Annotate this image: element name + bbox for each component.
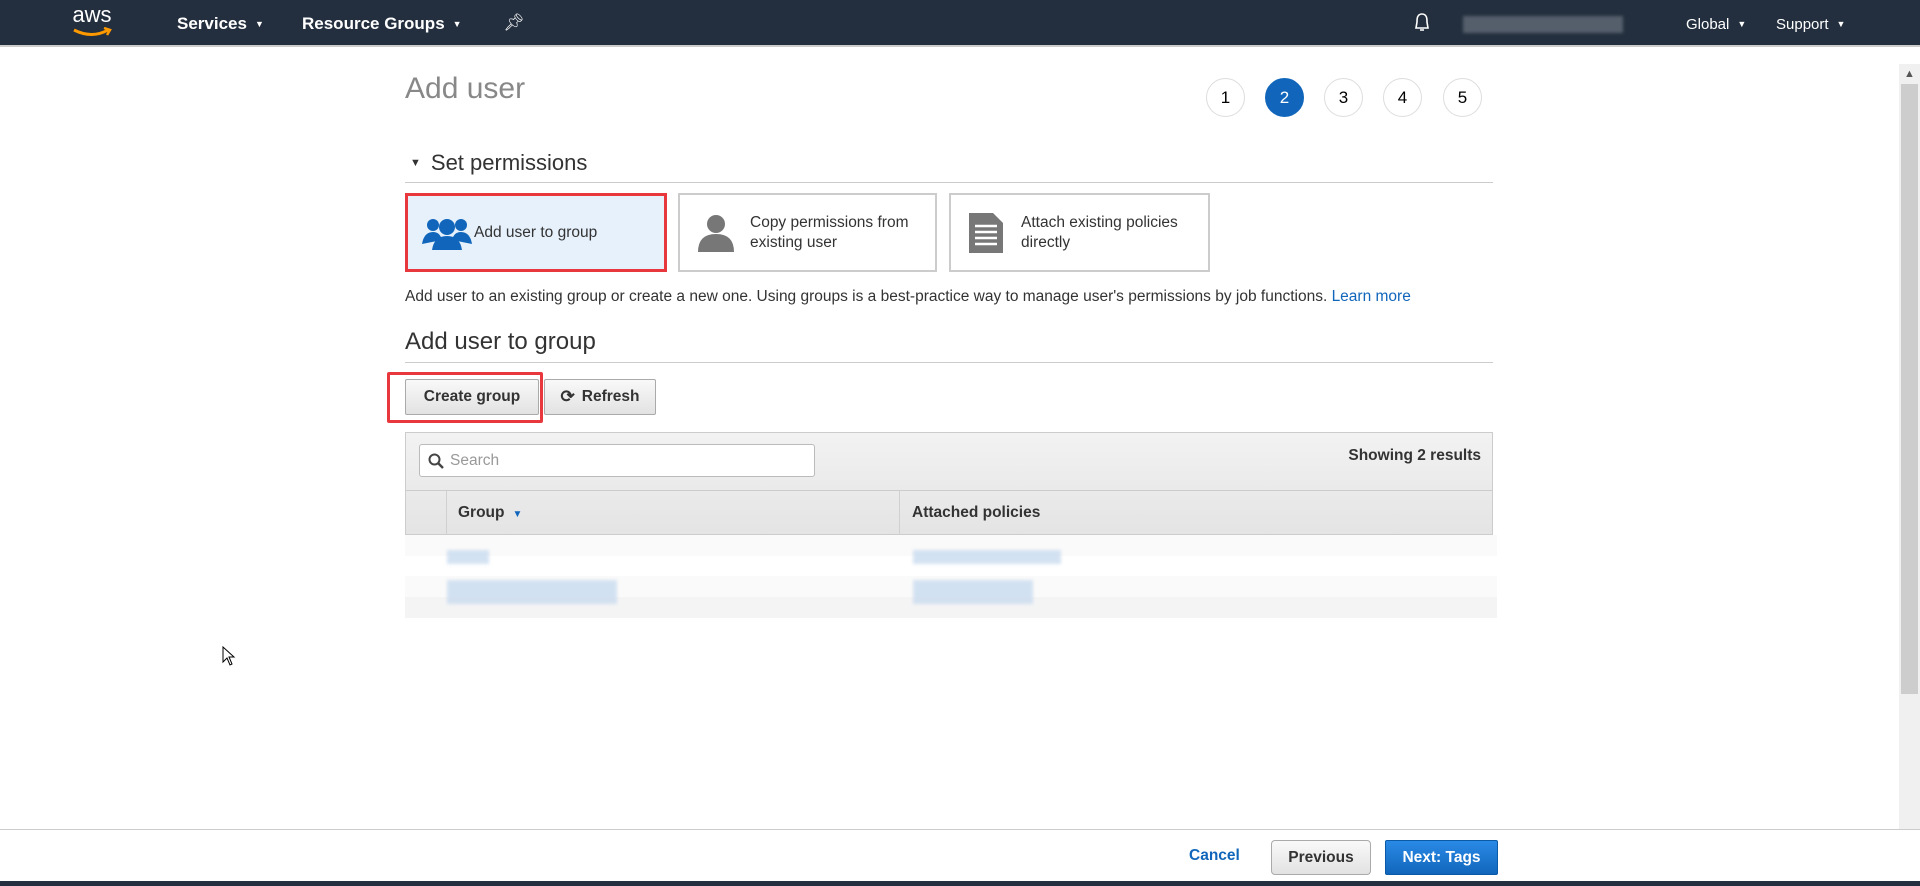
set-permissions-toggle[interactable]: ▼ Set permissions bbox=[410, 150, 587, 176]
table-row-group-name-redacted[interactable] bbox=[447, 550, 489, 564]
support-menu[interactable]: Support ▼ bbox=[1776, 16, 1845, 33]
divider bbox=[405, 362, 1493, 363]
wizard-footer: Cancel Previous Next: Tags bbox=[0, 829, 1920, 886]
next-tags-button[interactable]: Next: Tags bbox=[1385, 840, 1498, 875]
pin-icon[interactable]: 📌︎ bbox=[503, 13, 525, 33]
option-copy-permissions[interactable]: Copy permissions from existing user bbox=[678, 193, 937, 272]
table-row-policies-redacted bbox=[913, 550, 1061, 564]
refresh-button[interactable]: ⟳ Refresh bbox=[544, 379, 656, 415]
option-attach-policies[interactable]: Attach existing policies directly bbox=[949, 193, 1210, 272]
groups-table-toolbar: Search Showing 2 results Group ▼ Attached… bbox=[405, 432, 1493, 536]
caret-down-icon: ▼ bbox=[410, 157, 421, 169]
user-icon bbox=[698, 214, 734, 252]
region-menu[interactable]: Global ▼ bbox=[1686, 16, 1746, 33]
sort-caret-icon: ▼ bbox=[512, 509, 523, 520]
search-icon bbox=[428, 453, 444, 469]
scrollbar[interactable]: ▲ bbox=[1899, 64, 1920, 829]
scroll-up-icon[interactable]: ▲ bbox=[1899, 64, 1920, 84]
scrollbar-thumb[interactable] bbox=[1901, 84, 1918, 694]
column-header-group[interactable]: Group ▼ bbox=[458, 504, 522, 522]
resource-groups-menu[interactable]: Resource Groups ▼ bbox=[302, 14, 462, 34]
top-nav: aws Services ▼ Resource Groups ▼ 📌︎ Global… bbox=[0, 0, 1920, 47]
document-icon bbox=[969, 212, 1003, 253]
column-header-attached-policies[interactable]: Attached policies bbox=[912, 504, 1040, 522]
previous-button[interactable]: Previous bbox=[1271, 840, 1371, 875]
step-3: 3 bbox=[1324, 78, 1363, 117]
table-row-group-name-redacted[interactable] bbox=[447, 580, 617, 604]
cancel-link[interactable]: Cancel bbox=[1189, 847, 1240, 865]
refresh-icon: ⟳ bbox=[560, 387, 575, 406]
step-5: 5 bbox=[1443, 78, 1482, 117]
divider bbox=[405, 182, 1493, 183]
page-title: Add user bbox=[405, 72, 526, 105]
option-add-user-to-group[interactable]: Add user to group bbox=[405, 193, 667, 272]
create-group-button[interactable]: Create group bbox=[405, 379, 539, 415]
aws-logo[interactable]: aws bbox=[68, 4, 116, 42]
search-input[interactable]: Search bbox=[419, 444, 815, 477]
step-2: 2 bbox=[1265, 78, 1304, 117]
users-icon bbox=[422, 218, 472, 250]
table-row-policies-redacted bbox=[913, 580, 1033, 604]
learn-more-link[interactable]: Learn more bbox=[1332, 288, 1411, 305]
bell-icon[interactable] bbox=[1413, 12, 1431, 39]
services-menu[interactable]: Services ▼ bbox=[177, 14, 264, 34]
step-1: 1 bbox=[1206, 78, 1245, 117]
mouse-cursor-icon bbox=[222, 645, 236, 671]
section-heading: Add user to group bbox=[405, 328, 596, 355]
results-count: Showing 2 results bbox=[1348, 447, 1481, 464]
permissions-description: Add user to an existing group or create … bbox=[405, 288, 1411, 305]
step-4: 4 bbox=[1383, 78, 1422, 117]
account-name-redacted[interactable] bbox=[1463, 16, 1623, 33]
groups-table-body bbox=[405, 535, 1497, 618]
